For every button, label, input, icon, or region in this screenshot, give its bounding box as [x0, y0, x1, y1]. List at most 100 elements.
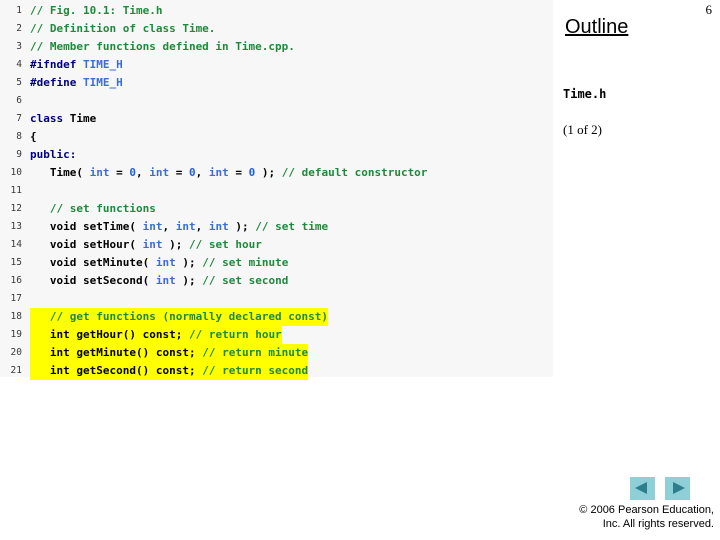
code-token-pl: Time(: [30, 166, 90, 179]
code-text: class Time: [30, 110, 96, 128]
line-number: 15: [10, 257, 22, 268]
code-token-pl: getSecond() const;: [69, 364, 203, 377]
code-token-pl: =: [228, 166, 249, 179]
code-line: 18 // get functions (normally declared c…: [0, 308, 553, 326]
code-token-pl: =: [109, 166, 130, 179]
code-line: 3 // Member functions defined in Time.cpp…: [0, 38, 553, 56]
code-line: 8{: [0, 128, 553, 146]
code-token-cmt: // set time: [255, 220, 329, 233]
code-token-pl: );: [255, 166, 282, 179]
code-token-type: int: [49, 346, 70, 359]
code-line: 19 int getHour() const; // return hour: [0, 326, 553, 344]
code-text: void setHour( int ); // set hour: [30, 236, 262, 254]
code-line: 6: [0, 92, 553, 110]
code-token-cmt: // return second: [202, 364, 309, 377]
code-token-num: 0: [188, 166, 196, 179]
code-text: void setTime( int, int, int ); // set ti…: [30, 218, 328, 236]
code-token-cmt: // get functions (normally declared cons…: [49, 310, 329, 323]
code-token-pl: ,: [195, 220, 209, 233]
slide-page-number: 6: [705, 2, 713, 17]
line-number: 12: [10, 203, 22, 214]
code-token-pl: void setHour(: [30, 238, 143, 251]
line-number: 10: [10, 167, 22, 178]
code-text: // Definition of class Time.: [30, 20, 215, 38]
slide-navigation: [630, 477, 696, 501]
code-token-cmt: // Fig. 10.1: Time.h: [30, 4, 163, 17]
outline-heading: Outline: [565, 16, 629, 38]
code-token-ppid: TIME_H: [82, 76, 123, 89]
code-line: 21 int getSecond() const; // return seco…: [0, 362, 553, 380]
code-token-type: int: [149, 166, 170, 179]
code-text-highlighted: int getSecond() const; // return second: [30, 362, 309, 380]
next-slide-button[interactable]: [665, 477, 690, 500]
line-number: 4: [16, 59, 22, 70]
code-text-highlighted: int getMinute() const; // return minute: [30, 344, 309, 362]
outline-part-label: (1 of 2): [563, 122, 602, 137]
code-line: 13 void setTime( int, int, int ); // set…: [0, 218, 553, 236]
code-token-cmt: // set minute: [202, 256, 289, 269]
code-token-type: int: [208, 166, 229, 179]
code-text: void setSecond( int ); // set second: [30, 272, 288, 290]
code-token-pl: ,: [162, 220, 176, 233]
code-line: 20 int getMinute() const; // return minu…: [0, 344, 553, 362]
line-number: 11: [10, 185, 22, 196]
code-token-pl: );: [228, 220, 256, 233]
code-token-ppid: TIME_H: [82, 58, 123, 71]
previous-slide-button[interactable]: [630, 477, 655, 500]
code-token-kw: public:: [30, 148, 77, 161]
line-number: 5: [16, 77, 22, 88]
code-line: 14 void setHour( int ); // set hour: [0, 236, 553, 254]
code-token-pl: {: [30, 130, 37, 143]
copyright-line-1: © 2006 Pearson Education,: [579, 504, 714, 516]
code-token-cmt: // set hour: [188, 238, 262, 251]
code-token-cmt: // return minute: [202, 346, 309, 359]
code-text: // Fig. 10.1: Time.h: [30, 2, 162, 20]
line-number: 14: [10, 239, 22, 250]
line-number: 20: [10, 347, 22, 358]
code-token-cmt: // set second: [202, 274, 289, 287]
code-token-pp: #ifndef: [30, 58, 77, 71]
code-token-cmt: // Definition of class Time.: [30, 22, 216, 35]
line-number: 2: [16, 23, 22, 34]
code-listing-panel: 1 // Fig. 10.1: Time.h 2 // Definition of c…: [0, 0, 553, 380]
code-text: // Member functions defined in Time.cpp.: [30, 38, 295, 56]
code-line: 10 Time( int = 0, int = 0, int = 0 ); //…: [0, 164, 553, 182]
code-text: public:: [30, 146, 76, 164]
code-token-pl: getMinute() const;: [69, 346, 203, 359]
code-line: 5 #define TIME_H: [0, 74, 553, 92]
line-number: 18: [10, 311, 22, 322]
code-line: 9 public:: [0, 146, 553, 164]
triangle-right-icon: [673, 482, 685, 494]
code-token-pl: void setTime(: [30, 220, 143, 233]
line-number: 1: [16, 5, 22, 16]
code-token-pl: ,: [195, 166, 209, 179]
code-line: 12 // set functions: [0, 200, 553, 218]
code-token-pl: ,: [135, 166, 150, 179]
copyright-line-2: Inc. All rights reserved.: [602, 518, 714, 530]
code-token-type: int: [208, 220, 229, 233]
line-number: 19: [10, 329, 22, 340]
code-token-pl: );: [175, 274, 203, 287]
line-number: 9: [16, 149, 22, 160]
line-number: 6: [16, 95, 22, 106]
code-text: #define TIME_H: [30, 74, 123, 92]
code-token-pl: =: [169, 166, 189, 179]
code-token-num: 0: [129, 166, 136, 179]
code-line: 7 class Time: [0, 110, 553, 128]
code-line: 4 #ifndef TIME_H: [0, 56, 553, 74]
code-text: {: [30, 128, 37, 146]
code-token-type: int: [89, 166, 110, 179]
code-line: 16 void setSecond( int ); // set second: [0, 272, 553, 290]
code-token-kw: class: [30, 112, 64, 125]
code-text-highlighted: int getHour() const; // return hour: [30, 326, 282, 344]
code-token-pp: #define: [30, 76, 77, 89]
code-token-type: int: [49, 364, 70, 377]
code-line: 17: [0, 290, 553, 308]
line-number: 8: [16, 131, 22, 142]
code-line: 2 // Definition of class Time.: [0, 20, 553, 38]
code-token-pl: void setMinute(: [30, 256, 156, 269]
